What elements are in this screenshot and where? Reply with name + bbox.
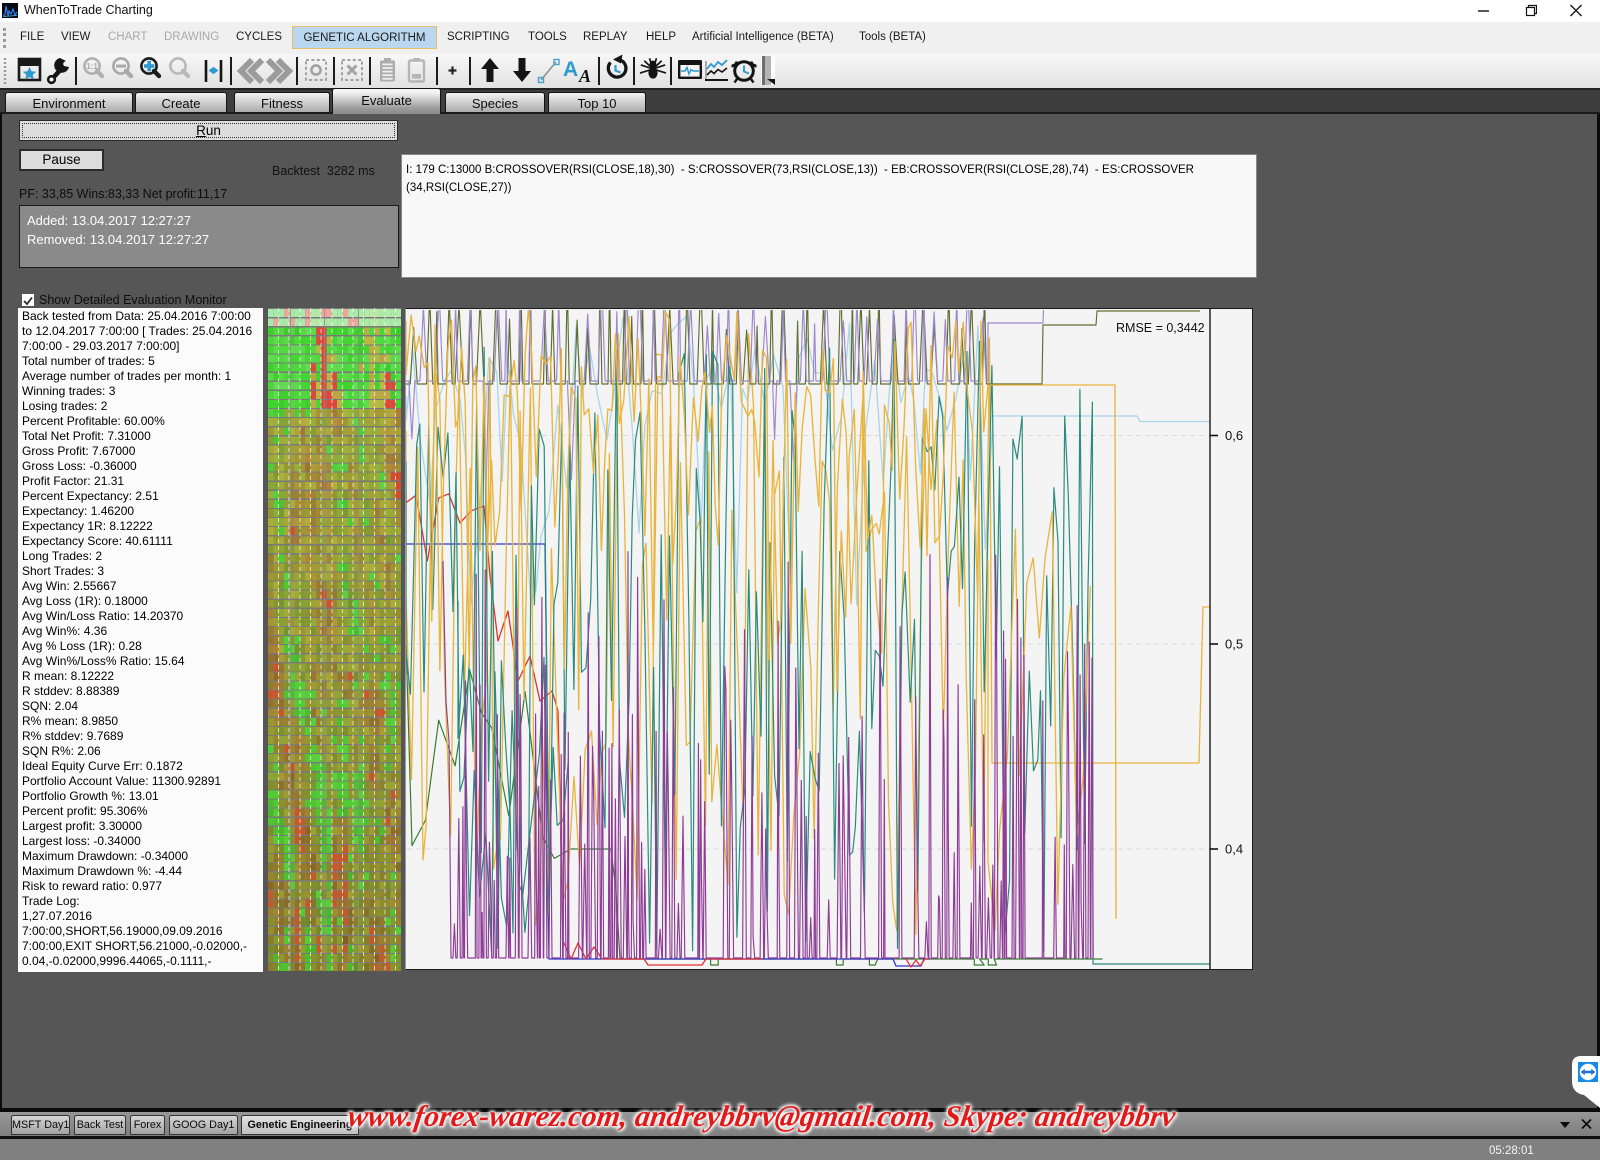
svg-text:05:28:01: 05:28:01: [1489, 1145, 1534, 1157]
svg-text:0,4: 0,4: [1225, 842, 1243, 857]
svg-text:A: A: [563, 58, 578, 81]
svg-text:A: A: [578, 66, 591, 86]
svg-text:RMSE = 0,3442: RMSE = 0,3442: [1116, 321, 1205, 335]
svg-text:1:1: 1:1: [86, 62, 98, 71]
svg-text:0,5: 0,5: [1225, 637, 1243, 652]
svg-text:0,6: 0,6: [1225, 428, 1243, 443]
